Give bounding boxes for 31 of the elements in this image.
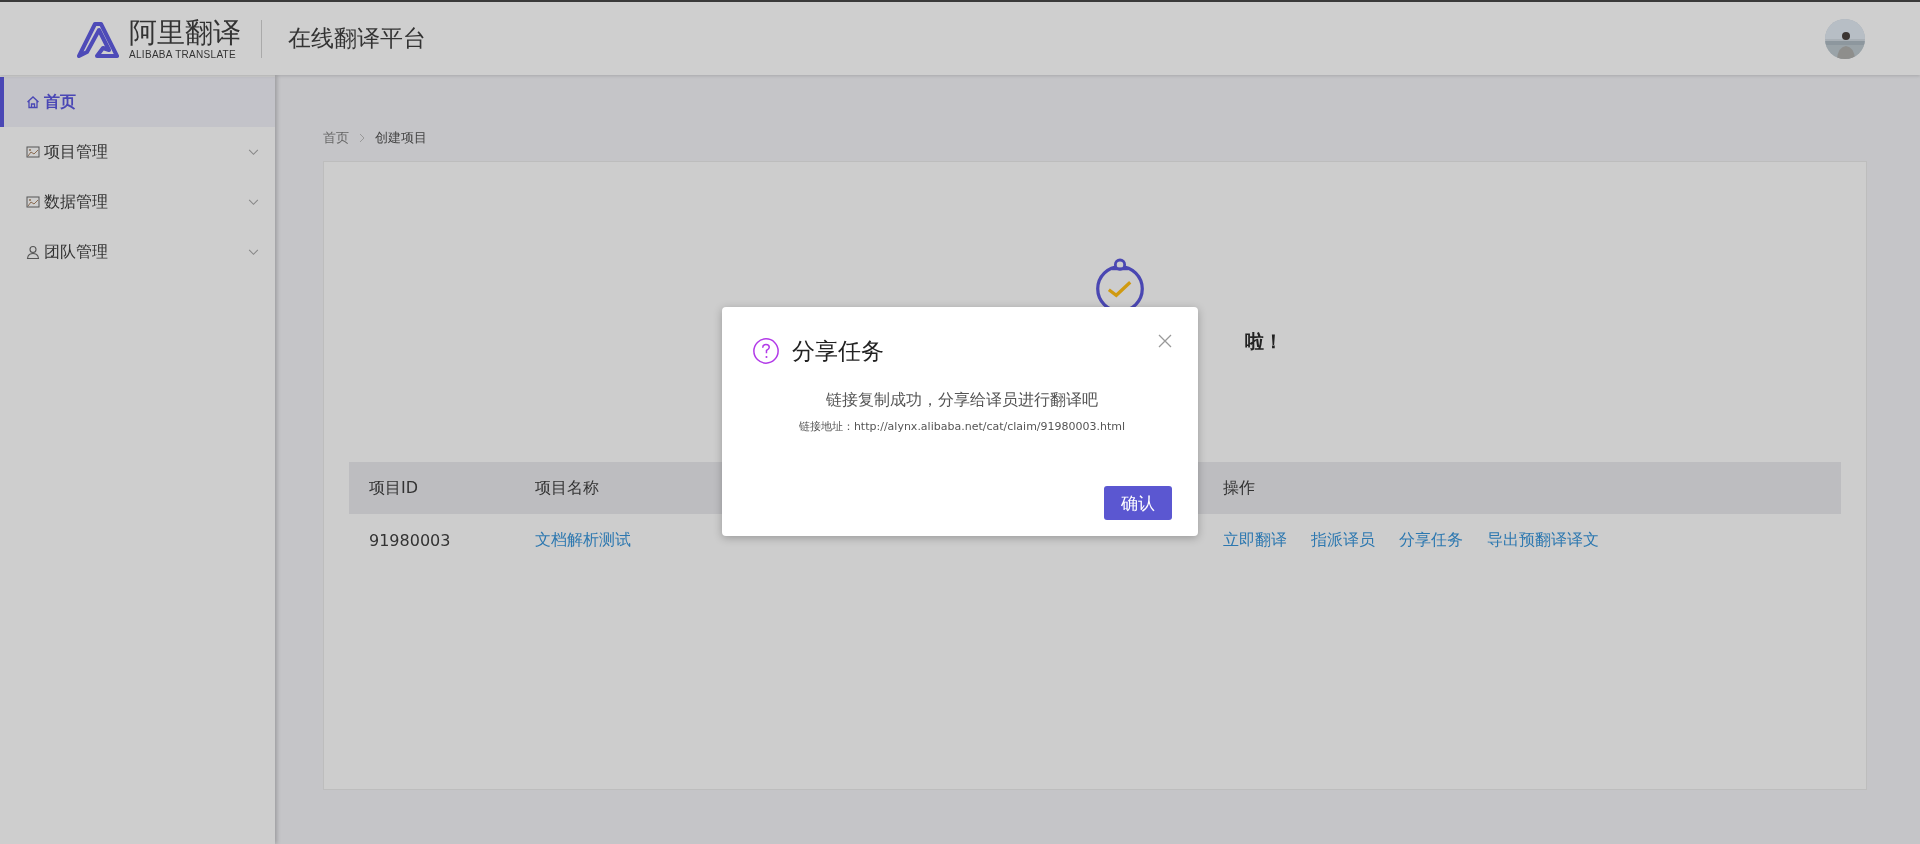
sidebar-item[interactable]: 项目管理 [0,127,275,177]
image-icon [26,145,40,159]
chevron-right-icon [359,133,365,143]
sidebar-item[interactable]: 团队管理 [0,227,275,277]
dialog-title: 分享任务 [792,336,884,366]
sidebar-item[interactable]: 数据管理 [0,177,275,227]
logo-subtitle: ALIBABA TRANSLATE [129,49,237,60]
breadcrumb-item[interactable]: 首页 [323,129,349,147]
action-link[interactable]: 导出预翻译译文 [1487,529,1599,551]
logo-name: 阿里翻译 [129,17,241,49]
action-link[interactable]: 分享任务 [1399,529,1463,551]
user-icon [26,245,40,259]
close-icon[interactable] [1158,334,1172,348]
breadcrumb-item: 创建项目 [375,129,427,147]
column-header: 项目名称 [535,477,599,497]
question-icon [752,337,780,365]
link-address: 链接地址：http://alynx.alibaba.net/cat/claim/91980003.html [797,419,1127,434]
action-link[interactable]: 立即翻译 [1223,529,1287,551]
column-header: 操作 [1223,477,1255,497]
dialog-message: 链接复制成功，分享给译员进行翻译吧 [825,390,1099,411]
action-link[interactable]: 指派译员 [1311,529,1375,551]
logo-icon [75,19,121,58]
home-icon [26,95,40,109]
project-name-link[interactable]: 文档解析测试 [535,529,631,549]
confirm-button[interactable]: 确认 [1104,486,1172,520]
sidebar-item[interactable]: 首页 [0,77,275,127]
column-header: 项目ID [369,477,419,497]
success-message: 啦！ [1245,329,1283,354]
app-title: 在线翻译平台 [288,24,426,53]
table-cell: 91980003 [369,530,451,550]
image-icon [26,195,40,209]
